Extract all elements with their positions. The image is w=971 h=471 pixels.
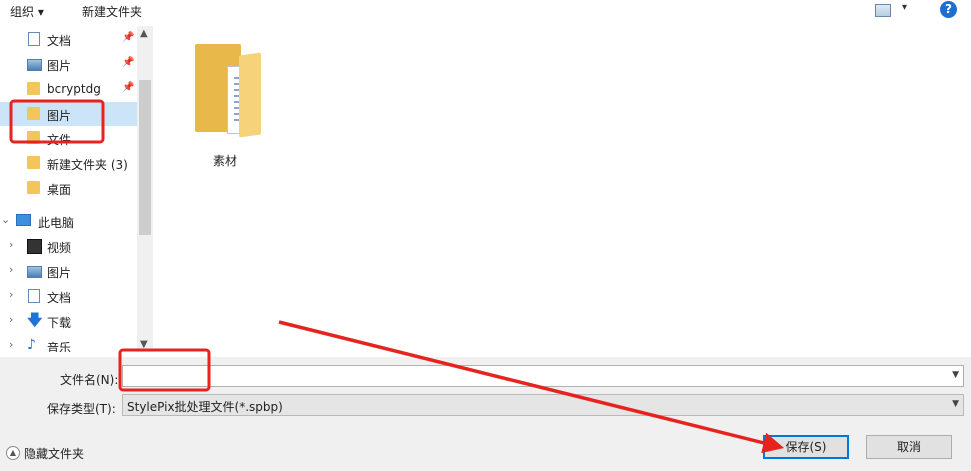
folder-icon xyxy=(27,107,40,120)
video-icon xyxy=(27,239,42,254)
nav-scrollbar[interactable]: ▲ ▼ xyxy=(137,26,153,352)
nav-item-pictures[interactable]: 图片 📌 xyxy=(0,52,137,76)
document-icon xyxy=(28,32,40,46)
nav-item-label: 此电脑 xyxy=(38,216,75,230)
chevron-down-icon[interactable]: ▼ xyxy=(952,399,959,409)
pin-icon[interactable]: 📌 xyxy=(122,82,134,93)
chevron-right-icon[interactable]: › xyxy=(9,313,13,326)
view-options-icon[interactable] xyxy=(875,4,891,17)
pictures-icon xyxy=(27,59,42,71)
navigation-pane: 文档 📌 图片 📌 bcryptdg 📌 图片 文件 新建文件夹 (3) 桌面 … xyxy=(0,26,137,352)
chevron-down-icon[interactable]: ▼ xyxy=(952,370,959,380)
nav-item-label: 文档 xyxy=(47,34,72,48)
nav-item-pictures-folder[interactable]: 图片 xyxy=(0,102,137,126)
nav-item-videos[interactable]: › 视频 xyxy=(0,234,137,258)
scroll-up-icon[interactable]: ▲ xyxy=(140,28,148,39)
file-item[interactable]: 素材 xyxy=(190,42,270,168)
document-icon xyxy=(28,289,40,303)
nav-item-label: 桌面 xyxy=(47,183,72,197)
chevron-right-icon[interactable]: › xyxy=(9,338,13,351)
nav-item-new-folder-3[interactable]: 新建文件夹 (3) xyxy=(0,151,137,175)
pictures-icon xyxy=(27,266,42,278)
nav-item-label: 下载 xyxy=(47,316,72,330)
folder-icon xyxy=(27,181,40,194)
nav-item-label: 文件 xyxy=(47,133,72,147)
music-icon: ♪ xyxy=(27,337,36,352)
chevron-down-icon[interactable]: ⌄ xyxy=(1,213,10,226)
chevron-right-icon[interactable]: › xyxy=(9,238,13,251)
file-name: 素材 xyxy=(213,154,238,168)
toolbar: 组织 ▾ 新建文件夹 ▾ ? xyxy=(0,0,971,22)
pin-icon[interactable]: 📌 xyxy=(122,57,134,68)
cancel-button[interactable]: 取消 xyxy=(866,435,952,459)
nav-item-desktop[interactable]: 桌面 xyxy=(0,176,137,200)
nav-item-label: 音乐 xyxy=(47,341,72,352)
nav-item-label: 图片 xyxy=(47,266,72,280)
view-menu-arrow-icon[interactable]: ▾ xyxy=(902,2,907,13)
filetype-label: 保存类型(T): xyxy=(47,402,116,416)
nav-item-files[interactable]: 文件 xyxy=(0,126,137,150)
new-folder-button[interactable]: 新建文件夹 xyxy=(82,3,142,20)
hide-folders-label: 隐藏文件夹 xyxy=(24,447,85,461)
filetype-value: StylePix批处理文件(*.spbp) xyxy=(127,400,283,414)
nav-item-pc-documents[interactable]: › 文档 xyxy=(0,284,137,308)
nav-item-bcryptdg[interactable]: bcryptdg 📌 xyxy=(0,77,137,101)
folder-icon xyxy=(27,82,40,95)
nav-item-label: bcryptdg xyxy=(47,82,101,96)
nav-item-documents[interactable]: 文档 📌 xyxy=(0,27,137,51)
scroll-thumb[interactable] xyxy=(139,80,151,235)
folder-icon xyxy=(195,44,261,138)
filetype-select[interactable]: StylePix批处理文件(*.spbp) ▼ xyxy=(122,394,964,416)
chevron-right-icon[interactable]: › xyxy=(9,263,13,276)
computer-icon xyxy=(16,214,31,226)
nav-item-this-pc[interactable]: ⌄ 此电脑 xyxy=(0,209,137,233)
scroll-down-icon[interactable]: ▼ xyxy=(140,339,148,350)
organize-menu[interactable]: 组织 ▾ xyxy=(10,3,44,20)
folder-icon xyxy=(27,131,40,144)
help-icon[interactable]: ? xyxy=(940,1,957,18)
chevron-right-icon[interactable]: › xyxy=(9,288,13,301)
nav-item-music[interactable]: › ♪ 音乐 xyxy=(0,334,137,352)
pin-icon[interactable]: 📌 xyxy=(122,32,134,43)
filename-input[interactable]: ▼ xyxy=(122,365,964,387)
save-form: 文件名(N): ▼ 保存类型(T): StylePix批处理文件(*.spbp)… xyxy=(0,357,971,471)
nav-item-label: 图片 xyxy=(47,59,72,73)
filename-label: 文件名(N): xyxy=(60,373,119,387)
folder-icon xyxy=(27,156,40,169)
save-button[interactable]: 保存(S) xyxy=(763,435,849,459)
collapse-icon: ▲ xyxy=(6,446,20,460)
nav-item-label: 图片 xyxy=(47,109,72,123)
nav-item-label: 新建文件夹 (3) xyxy=(47,158,128,172)
nav-item-downloads[interactable]: › 🡇 下载 xyxy=(0,309,137,333)
file-list: 素材 xyxy=(160,26,971,352)
nav-item-label: 文档 xyxy=(47,291,72,305)
download-icon: 🡇 xyxy=(27,311,43,329)
nav-item-pc-pictures[interactable]: › 图片 xyxy=(0,259,137,283)
nav-item-label: 视频 xyxy=(47,241,72,255)
